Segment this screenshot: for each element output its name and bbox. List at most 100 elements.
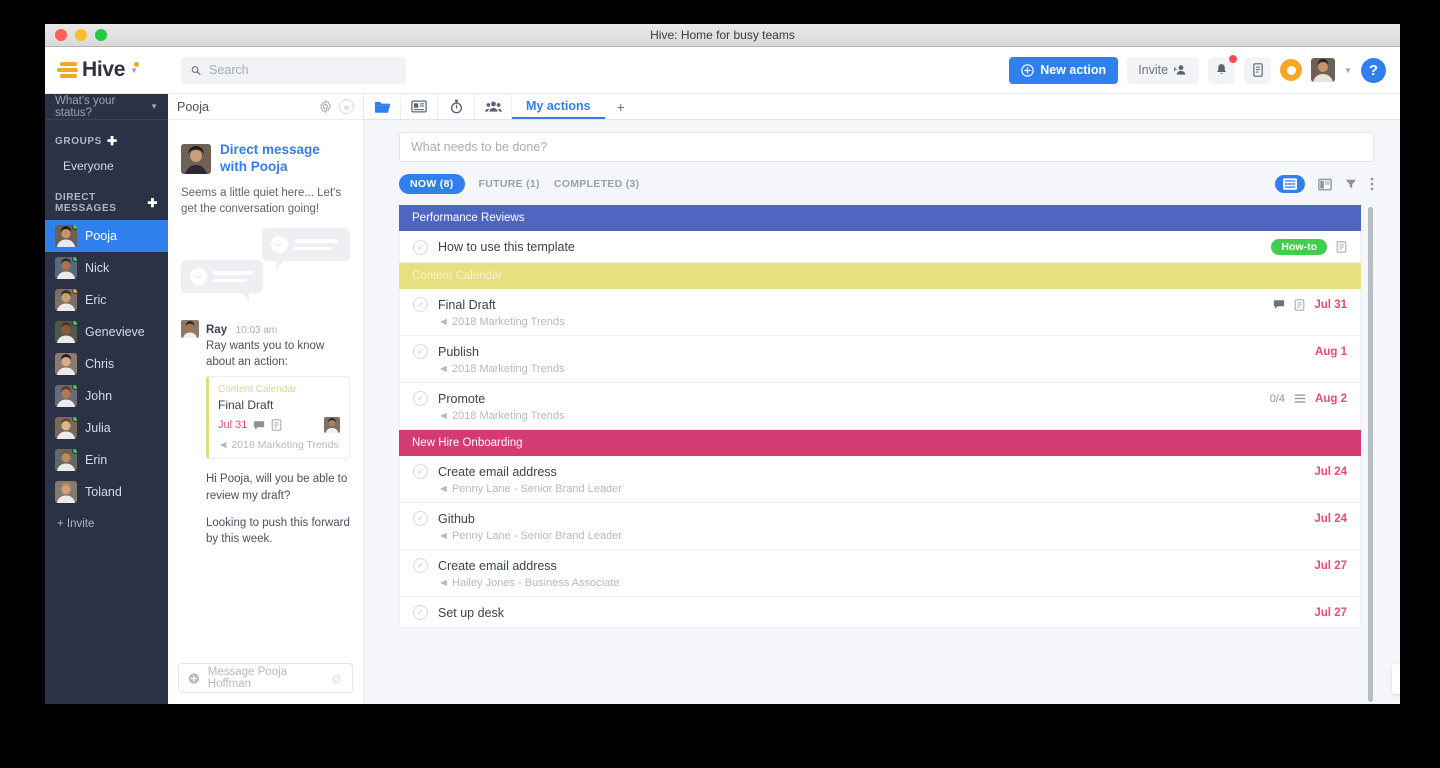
task-row-main: ✓ Publish Aug 1 [413,344,1347,359]
invite-label: Invite [1138,63,1168,77]
sidebar-dm-label: Erin [85,453,107,467]
search-input[interactable] [209,63,396,77]
chat-header-name: Pooja [177,100,209,114]
more-options-button[interactable] [1370,177,1374,191]
emoji-icon[interactable]: ☺ [330,671,343,686]
add-dm-icon[interactable]: ✚ [147,196,158,210]
new-action-button[interactable]: New action [1009,57,1118,84]
sidebar-dm-john[interactable]: John [45,380,168,412]
sidebar-dm-nick[interactable]: Nick [45,252,168,284]
plus-circle-icon [1021,64,1034,77]
task-row[interactable]: ✓ Github Jul 24 ◄ Penny Lane - Senior Br… [400,503,1360,550]
presence-dot [72,289,77,294]
section-header[interactable]: New Hire Onboarding [399,430,1361,456]
sidebar-invite-link[interactable]: + Invite [45,508,168,540]
comment-icon[interactable] [253,420,265,431]
history-clock-icon [1399,671,1401,688]
tab-folder[interactable] [364,94,401,119]
add-group-icon[interactable]: ✚ [107,134,118,148]
section-rows: ✓ How to use this template How-to [399,231,1361,263]
task-checkbox[interactable]: ✓ [413,344,428,359]
bell-icon [1215,63,1228,77]
avatar [55,289,77,311]
task-row-main: ✓ How to use this template How-to [413,239,1347,255]
task-row[interactable]: ✓ Set up desk Jul 27 [400,597,1360,628]
list-view-button[interactable] [1275,175,1305,193]
user-avatar[interactable] [1311,58,1335,82]
section-header[interactable]: Performance Reviews [399,205,1361,231]
avatar [55,225,77,247]
task-checkbox[interactable]: ✓ [413,605,428,620]
sidebar-dm-genevieve[interactable]: Genevieve [45,316,168,348]
task-row[interactable]: ✓ Promote 0/4Aug 2 ◄ 2018 Marketing Tren… [400,383,1360,430]
search-box[interactable] [181,57,406,84]
tab-news-feed[interactable] [401,94,438,119]
task-checkbox[interactable]: ✓ [413,240,428,255]
task-name: How to use this template [438,240,575,254]
task-row[interactable]: ✓ Create email address Jul 24 ◄ Penny La… [400,456,1360,503]
section-header[interactable]: Content Calendar [399,263,1361,289]
sidebar-dm-julia[interactable]: Julia [45,412,168,444]
notes-button[interactable] [1244,57,1271,84]
task-row-main: ✓ Create email address Jul 24 [413,464,1347,479]
card-meta: Jul 31 [218,417,340,433]
tab-stopwatch[interactable] [438,94,475,119]
task-checkbox[interactable]: ✓ [413,297,428,312]
gear-icon[interactable] [319,100,332,113]
section-rows: ✓ Create email address Jul 24 ◄ Penny La… [399,456,1361,628]
tab-my-actions[interactable]: My actions [512,94,605,119]
scrollbar-thumb[interactable] [1368,207,1373,702]
task-checkbox[interactable]: ✓ [413,391,428,406]
hive-logo[interactable]: Hive ▼ [57,58,169,82]
collapse-panel-button[interactable]: « [339,99,354,114]
tab-team[interactable] [475,94,512,119]
presence-dot [72,257,77,262]
task-checkbox[interactable]: ✓ [413,511,428,526]
status-selector[interactable]: What's your status? ▼ [45,94,168,120]
note-icon[interactable] [1336,241,1347,253]
new-task-input[interactable]: What needs to be done? [399,132,1374,162]
news-feed-icon [411,100,427,113]
note-icon[interactable] [271,419,282,431]
add-tab-button[interactable]: + [605,94,637,119]
shared-action-card[interactable]: Content Calendar Final Draft Jul 31 [206,376,350,459]
sidebar-dm-pooja[interactable]: Pooja [45,220,168,252]
add-attachment-icon[interactable] [188,672,200,685]
sidebar-dm-chris[interactable]: Chris [45,348,168,380]
task-row[interactable]: ✓ How to use this template How-to [400,231,1360,263]
task-row[interactable]: ✓ Final Draft Jul 31 ◄ 2018 Marketing Tr… [400,289,1360,336]
smiley-icon [190,268,207,285]
comment-icon[interactable] [1273,299,1285,310]
filter-completed[interactable]: COMPLETED (3) [554,178,640,190]
sidebar-dm-toland[interactable]: Toland [45,476,168,508]
task-row-meta: Jul 31 [1273,299,1347,311]
task-list-scrollbar[interactable] [1367,205,1374,704]
board-view-button[interactable] [1318,178,1332,191]
chevron-down-icon[interactable]: ▼ [130,66,138,75]
help-button[interactable]: ? [1361,58,1386,83]
task-row-meta: Jul 27 [1314,560,1347,572]
task-parent-label: 2018 Marketing Trends [452,363,565,375]
task-row[interactable]: ✓ Create email address Jul 27 ◄ Hailey J… [400,550,1360,597]
checklist-icon[interactable] [1294,393,1306,404]
note-icon[interactable] [1294,299,1305,311]
avatar-chevron-down-icon[interactable]: ▼ [1344,66,1352,75]
filter-future[interactable]: FUTURE (1) [479,178,540,190]
due-date: Jul 24 [1314,466,1347,478]
sidebar-dm-eric[interactable]: Eric [45,284,168,316]
task-checkbox[interactable]: ✓ [413,558,428,573]
notifications-button[interactable] [1208,57,1235,84]
sidebar-group-everyone[interactable]: Everyone [45,154,168,178]
presence-dot [72,449,77,454]
history-button[interactable] [1392,664,1400,694]
sidebar-group-label: Everyone [63,159,114,173]
task-row[interactable]: ✓ Publish Aug 1 ◄ 2018 Marketing Trends [400,336,1360,383]
progress-ring-icon[interactable] [1280,59,1302,81]
task-checkbox[interactable]: ✓ [413,464,428,479]
invite-button[interactable]: Invite [1127,57,1199,84]
chevron-down-icon: ▼ [150,102,158,111]
filter-now[interactable]: NOW (8) [399,174,465,194]
filter-button[interactable] [1345,178,1357,190]
chat-input[interactable]: Message Pooja Hoffman ☺ [178,663,353,693]
sidebar-dm-erin[interactable]: Erin [45,444,168,476]
